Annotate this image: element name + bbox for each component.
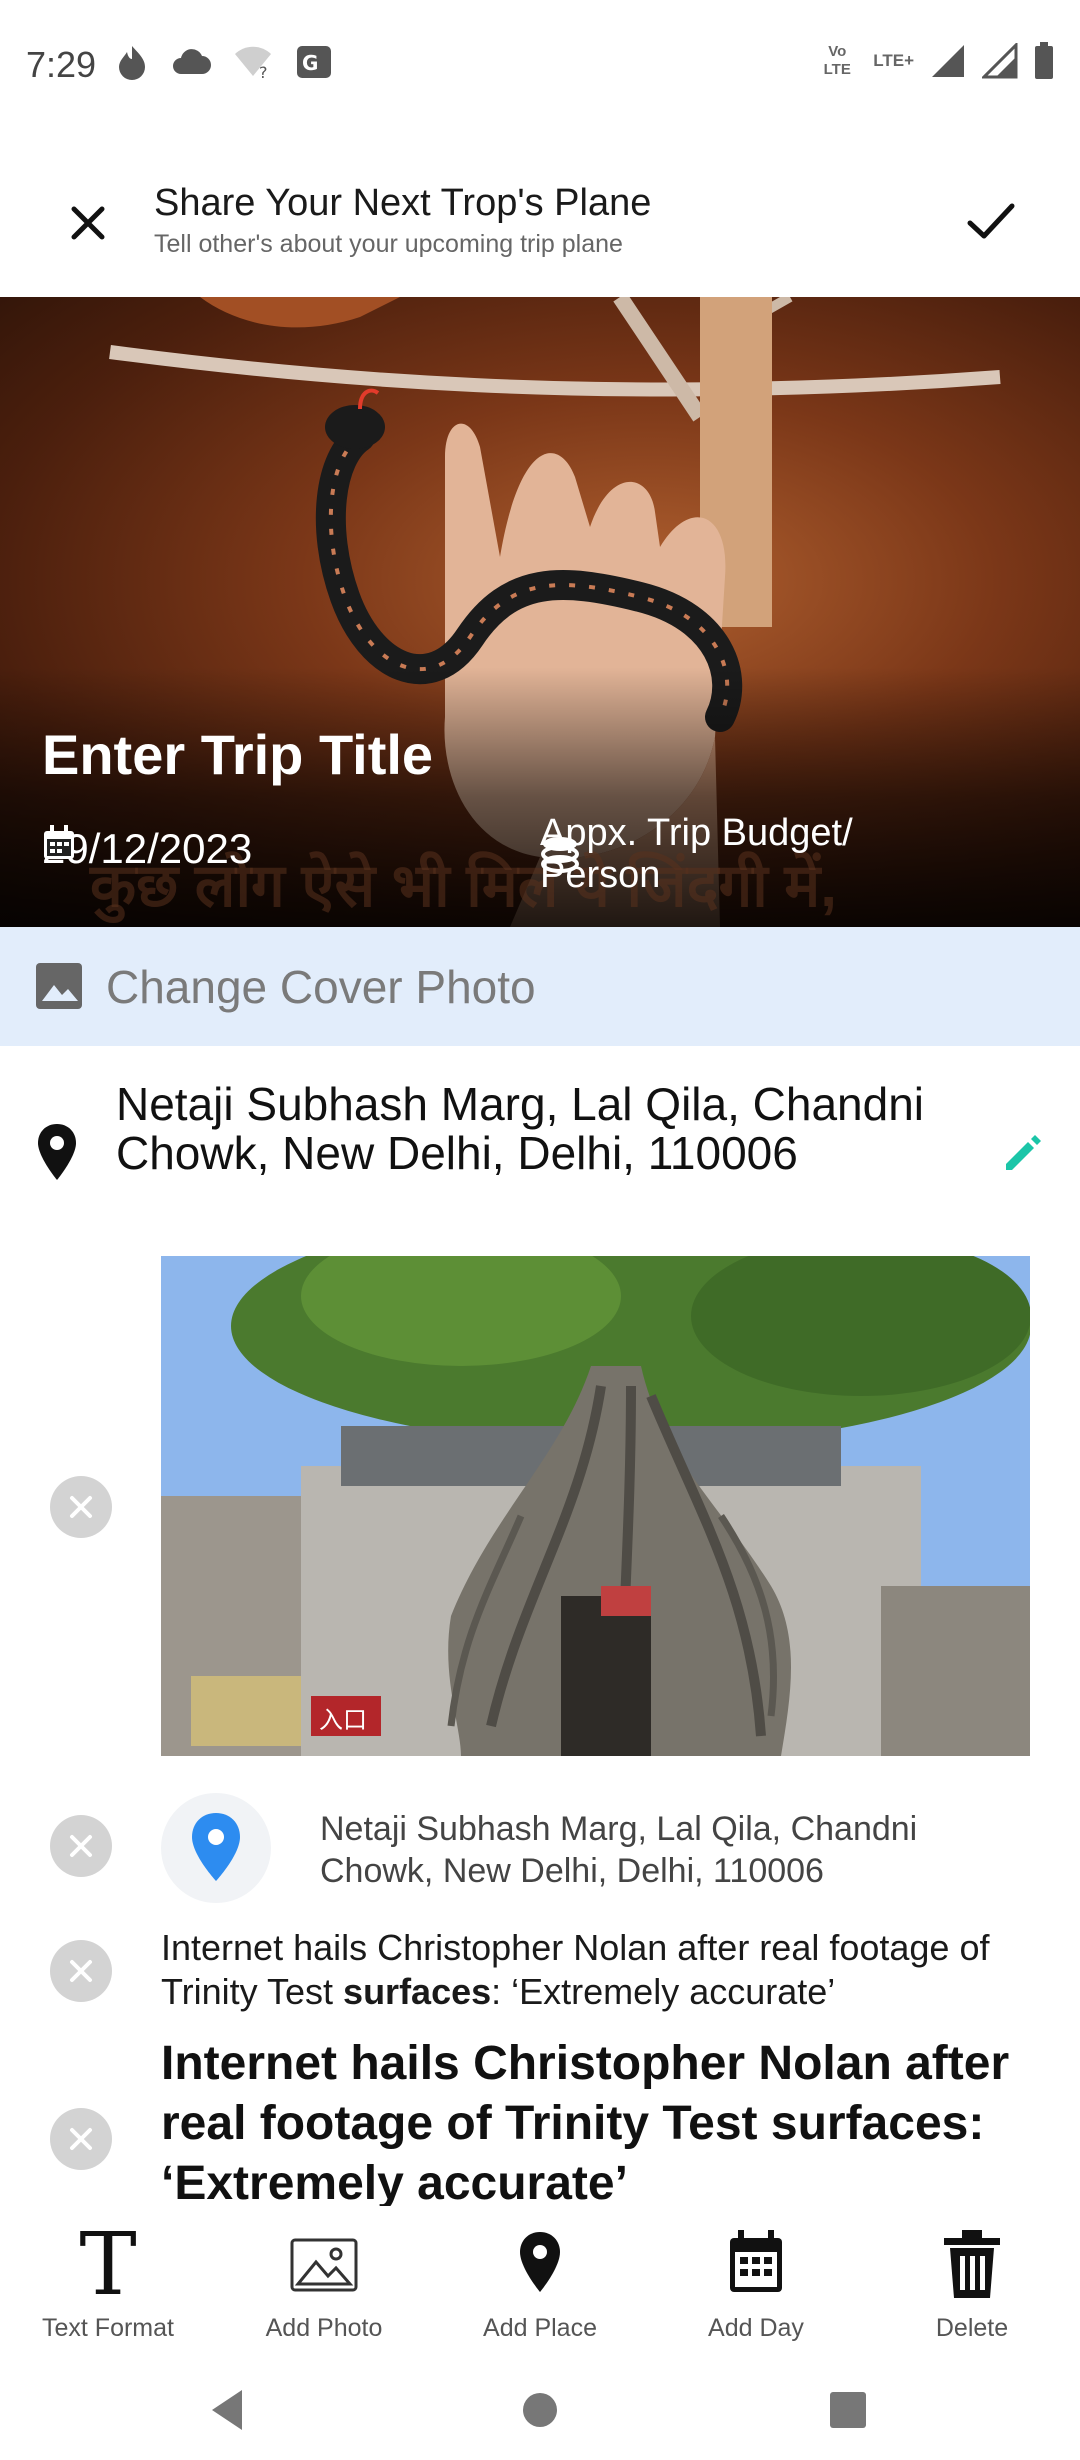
add-day-button[interactable]: Add Day [648, 2206, 864, 2358]
back-icon[interactable] [198, 2380, 258, 2440]
check-icon[interactable] [960, 190, 1022, 252]
location-address: Netaji Subhash Marg, Lal Qila, Chandni C… [116, 1078, 925, 1179]
add-day-icon [730, 2230, 782, 2292]
page-title: Share Your Next Trop's Plane [154, 182, 652, 224]
tree-building-photo: 入口 [161, 1256, 1030, 1756]
volte-indicator: Vo LTE [823, 43, 851, 78]
add-place-button[interactable]: Add Place [432, 2206, 648, 2358]
location-header: Netaji Subhash Marg, Lal Qila, Chandni C… [0, 1080, 1080, 1230]
change-cover-photo-button[interactable]: Change Cover Photo [0, 927, 1080, 1046]
translate-icon: G [297, 46, 331, 78]
image-icon [36, 963, 82, 1009]
calendar-icon [44, 825, 74, 859]
trip-date[interactable]: 29/12/2023 [42, 825, 252, 873]
system-navigation-bar [0, 2358, 1080, 2460]
text-paragraph[interactable]: Internet hails Christopher Nolan after r… [161, 1926, 1041, 2014]
add-place-icon [520, 2232, 560, 2292]
trash-icon [944, 2230, 1000, 2298]
app-bar: Share Your Next Trop's Plane Tell other'… [0, 130, 1080, 297]
edit-pencil-icon[interactable] [1000, 1130, 1046, 1176]
bottom-toolbar: T Text Format Add Photo Add Place Add Da… [0, 2206, 1080, 2358]
text-part-2: : ‘Extremely accurate’ [491, 1971, 836, 2012]
text-format-label: Text Format [42, 2314, 174, 2342]
flame-icon [119, 46, 145, 80]
page-subtitle: Tell other's about your upcoming trip pl… [154, 230, 623, 258]
add-place-label: Add Place [483, 2314, 597, 2342]
trip-budget[interactable]: Appx. Trip Budget/ Person [540, 812, 960, 896]
signal-icon [932, 45, 964, 77]
coins-icon [541, 837, 579, 873]
heading-item: Internet hails Christopher Nolan after r… [0, 2028, 1080, 2206]
status-time: 7:29 [26, 44, 97, 85]
text-format-icon: T [79, 2224, 136, 2304]
remove-text-button[interactable] [50, 1940, 112, 2002]
svg-text:T: T [79, 2224, 136, 2304]
signal-icon-2 [982, 43, 1018, 79]
close-icon [70, 1835, 92, 1857]
status-right: Vo LTE LTE+ [817, 42, 1054, 80]
svg-text:?: ? [259, 63, 268, 80]
trip-title-input[interactable]: Enter Trip Title [42, 722, 433, 787]
trip-photo[interactable]: 入口 [161, 1256, 1030, 1756]
close-icon [70, 1960, 92, 1982]
close-icon [70, 1496, 92, 1518]
heading-text[interactable]: Internet hails Christopher Nolan after r… [161, 2034, 1041, 2206]
change-cover-label: Change Cover Photo [106, 961, 536, 1013]
wifi-question-icon: ? [235, 46, 271, 80]
battery-icon [1035, 42, 1053, 79]
remove-heading-button[interactable] [50, 2108, 112, 2170]
notification-icons: ? G [115, 44, 333, 80]
add-photo-label: Add Photo [265, 2314, 383, 2342]
text-item: Internet hails Christopher Nolan after r… [0, 1920, 1080, 2020]
remove-photo-button[interactable] [50, 1476, 112, 1538]
location-pin-icon [38, 1124, 76, 1180]
lte-indicator: LTE+ [873, 51, 914, 70]
recents-icon[interactable] [818, 2380, 878, 2440]
add-photo-button[interactable]: Add Photo [216, 2206, 432, 2358]
add-day-label: Add Day [708, 2314, 804, 2342]
place-item: Netaji Subhash Marg, Lal Qila, Chandni C… [0, 1790, 1080, 1903]
status-bar: 7:29 ? G Vo LTE LTE+ [0, 0, 1080, 130]
add-photo-icon [290, 2238, 358, 2292]
close-icon [70, 2128, 92, 2150]
map-pin-icon [192, 1813, 240, 1881]
delete-button[interactable]: Delete [864, 2206, 1080, 2358]
cloud-icon [173, 49, 211, 74]
close-icon[interactable] [60, 195, 116, 251]
photo-item: 入口 [0, 1256, 1080, 1756]
cover-image[interactable]: कुछ लोग ऐसे भी मिल ये जिंदगी में, Enter … [0, 297, 1080, 927]
remove-place-button[interactable] [50, 1815, 112, 1877]
svg-text:G: G [302, 51, 318, 75]
place-address: Netaji Subhash Marg, Lal Qila, Chandni C… [320, 1810, 918, 1890]
text-format-button[interactable]: T Text Format [0, 2206, 216, 2358]
place-pin-badge [161, 1793, 271, 1903]
text-bold-part: surfaces [343, 1971, 492, 2012]
photo-sign-text: 入口 [319, 1706, 367, 1734]
home-icon[interactable] [510, 2380, 570, 2440]
delete-label: Delete [935, 2314, 1009, 2342]
trip-budget-placeholder: Appx. Trip Budget/ Person [540, 812, 853, 896]
